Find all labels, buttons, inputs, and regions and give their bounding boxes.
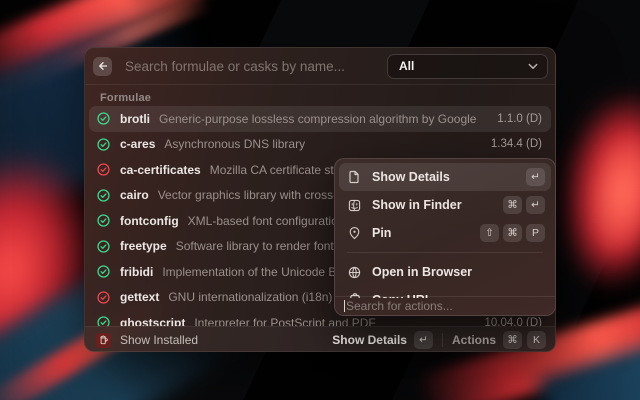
formula-name: fribidi [120,265,153,279]
menu-item-label: Show in Finder [372,198,462,212]
wallpaper-shape [578,123,640,262]
check-circle-icon [97,163,110,176]
check-circle-icon [97,189,110,202]
action-bar-right: Show Details ↵ Actions ⌘ K [332,331,546,349]
check-circle-icon [97,316,110,326]
list-item-brotli[interactable]: brotli Generic-purpose lossless compress… [89,106,551,132]
chevron-down-icon [528,63,538,70]
check-circle-icon [97,240,110,253]
formula-name: ca-certificates [120,163,201,177]
menu-item-label: Open in Browser [372,265,472,279]
menu-item-open-in-browser[interactable]: Open in Browser [339,258,551,286]
formula-version: 1.34.4 (D) [481,138,542,150]
formula-name: freetype [120,239,167,253]
globe-icon [347,266,362,279]
menu-item-keys: ⌘ ↵ [503,196,545,214]
return-key-badge: ↵ [526,168,545,186]
formula-name: fontconfig [120,214,179,228]
check-circle-icon [97,265,110,278]
search-header: Search formulae or casks by name... All [85,48,555,85]
formula-description: Mozilla CA certificate store [210,163,351,177]
command-key-badge: ⌘ [503,196,522,214]
return-key-badge: ↵ [414,331,433,349]
check-circle-icon [97,112,110,125]
formula-version: 1.1.0 (D) [487,113,542,125]
menu-item-show-details[interactable]: Show Details ↵ [339,163,551,191]
formula-name: cairo [120,188,149,202]
command-key-badge: ⌘ [503,331,522,349]
formula-description: Interpreter for PostScript and PDF [194,316,375,326]
check-circle-icon [97,291,110,304]
formula-name: brotli [120,112,150,126]
filter-dropdown-value: All [399,59,528,73]
formula-name: gettext [120,290,159,304]
actions-search-input[interactable]: Search for actions... [335,296,555,315]
menu-item-label: Pin [372,226,391,240]
pin-icon [347,226,362,240]
formula-description: Asynchronous DNS library [164,137,305,151]
actions-button[interactable]: Actions ⌘ K [452,331,546,349]
list-item-c-ares[interactable]: c-ares Asynchronous DNS library 1.34.4 (… [89,132,551,158]
menu-separator [347,252,543,253]
finder-icon [347,199,362,212]
menu-item-label: Show Details [372,170,450,184]
show-installed-label: Show Installed [120,333,198,347]
shift-key-badge: ⇧ [480,224,499,242]
check-circle-icon [97,138,110,151]
actions-menu-list: Show Details ↵ Show in Finder ⌘ ↵ [335,159,555,298]
desktop-background: Search formulae or casks by name... All … [0,0,640,400]
menu-item-keys: ↵ [526,168,545,186]
arrow-left-icon [97,60,109,72]
menu-item-pin[interactable]: Pin ⇧ ⌘ P [339,219,551,247]
show-details-action[interactable]: Show Details ↵ [332,331,433,349]
show-details-label: Show Details [332,333,407,347]
formula-description: Generic-purpose lossless compression alg… [159,112,476,126]
actions-search-placeholder: Search for actions... [346,299,453,313]
p-key-badge: P [526,224,545,242]
formula-description: Software library to render fonts [176,239,340,253]
menu-item-show-in-finder[interactable]: Show in Finder ⌘ ↵ [339,191,551,219]
extension-info: Show Installed [96,333,198,348]
return-key-badge: ↵ [526,196,545,214]
actions-label: Actions [452,333,496,347]
filter-dropdown[interactable]: All [387,54,548,79]
section-header-formulae: Formulae [100,92,151,104]
formula-name: ghostscript [120,316,185,326]
wallpaper-shape [545,82,640,298]
menu-item-keys: ⇧ ⌘ P [480,224,545,242]
formula-name: c-ares [120,137,155,151]
homebrew-icon [96,333,111,348]
divider [442,333,443,347]
action-bar: Show Installed Show Details ↵ Actions ⌘ … [85,326,555,352]
formula-version: 10.04.0 (D) [474,317,542,326]
back-button[interactable] [93,57,112,76]
check-circle-icon [97,214,110,227]
actions-menu: Show Details ↵ Show in Finder ⌘ ↵ [334,158,556,316]
search-input[interactable]: Search formulae or casks by name... [125,59,387,74]
k-key-badge: K [527,331,546,349]
text-caret [344,300,345,312]
document-icon [347,170,362,184]
command-key-badge: ⌘ [503,224,522,242]
